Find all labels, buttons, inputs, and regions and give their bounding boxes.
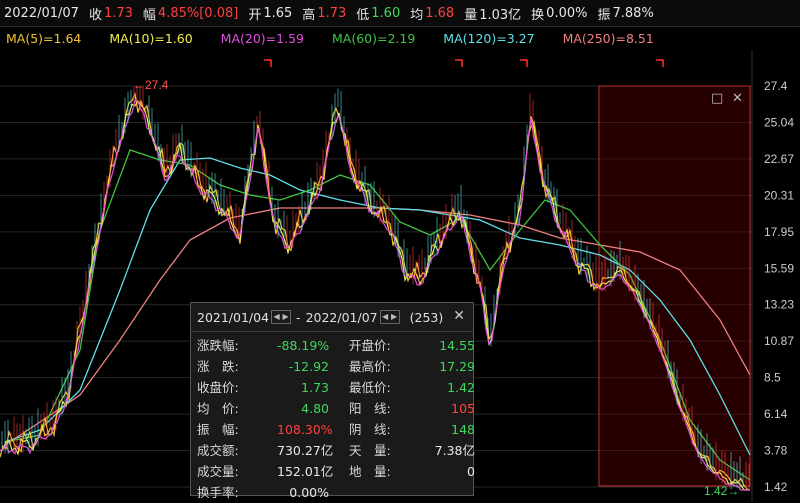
- stat-value: 152.01亿: [277, 464, 334, 479]
- popup-header: 2021/01/04 ◀ ▶ - 2022/01/07 ◀ ▶ (253) ✕: [191, 303, 473, 332]
- stat-label: 收盘价:: [197, 380, 239, 395]
- ma60-label: MA(60)=2.19: [331, 30, 416, 46]
- stat-value: 7.38亿: [434, 443, 475, 458]
- ma20-label: MA(20)=1.59: [220, 30, 304, 46]
- period-markers: [264, 59, 664, 67]
- ma10-label: MA(10)=1.60: [109, 30, 193, 46]
- period-marker: [520, 59, 528, 67]
- stat-label: 地 量:: [349, 464, 391, 479]
- ma250-label: MA(250)=8.51: [562, 30, 654, 46]
- change-value: 4.85%[0.08]: [157, 5, 239, 21]
- ma120-label: MA(120)=3.27: [443, 30, 535, 46]
- stat-value: 0: [467, 464, 475, 479]
- avg-value: 1.68: [425, 5, 455, 21]
- price-tick-label: 25.04: [764, 115, 794, 129]
- range-start-date[interactable]: 2021/01/04: [197, 310, 269, 325]
- stat-label: 均 价:: [197, 401, 239, 416]
- close-value: 1.73: [103, 5, 133, 21]
- stat-value: 17.29: [439, 359, 475, 374]
- amplitude-label: 振: [597, 7, 611, 23]
- stat-value: -12.92: [288, 359, 329, 374]
- low-label: 低: [356, 7, 370, 23]
- stat-label: 最高价:: [349, 359, 391, 374]
- price-axis: 27.4 25.04 22.67 20.31 17.95 15.59 13.23 10.87 8…: [751, 50, 794, 502]
- max-price-label: ←27.4: [133, 78, 169, 92]
- close-icon[interactable]: ✕: [453, 308, 465, 324]
- stat-value: 105: [451, 401, 475, 416]
- stat-label: 开盘价:: [349, 338, 391, 353]
- price-tick-label: 3.78: [764, 444, 788, 458]
- min-price-label: 1.42→: [704, 484, 739, 498]
- stat-value: 148: [451, 422, 475, 437]
- chevron-left-icon[interactable]: ◀: [381, 311, 390, 323]
- ma5-label: MA(5)=1.64: [6, 30, 82, 46]
- low-value: 1.60: [371, 5, 401, 21]
- price-tick-label: 13.23: [764, 298, 794, 312]
- period-marker: [455, 59, 463, 67]
- stat-value: [419, 483, 475, 503]
- restore-icon[interactable]: □: [711, 91, 723, 106]
- period-marker: [264, 59, 272, 67]
- stat-value: 0.00%: [289, 485, 329, 500]
- stat-label: 涨跌幅:: [197, 338, 239, 353]
- stat-label: 换手率:: [197, 485, 239, 500]
- price-tick-label: 15.59: [764, 261, 794, 275]
- selection-rectangle[interactable]: [598, 85, 751, 487]
- price-tick-label: 10.87: [764, 334, 794, 348]
- quote-date: 2022/01/07: [4, 5, 79, 21]
- chevron-right-icon[interactable]: ▶: [281, 311, 290, 323]
- chevron-left-icon[interactable]: ◀: [272, 311, 281, 323]
- price-tick-label: 20.31: [764, 188, 794, 202]
- stat-value: 1.42: [447, 380, 475, 395]
- period-marker: [656, 59, 664, 67]
- high-value: 1.73: [317, 5, 347, 21]
- stat-label: [329, 483, 419, 503]
- selection-close-icon[interactable]: ✕: [732, 91, 743, 106]
- stat-value: 4.80: [301, 401, 329, 416]
- stat-value: 14.55: [439, 338, 475, 353]
- volume-label: 量: [464, 7, 478, 23]
- range-start-stepper[interactable]: ◀ ▶: [271, 310, 292, 324]
- range-end-date[interactable]: 2022/01/07: [306, 310, 378, 325]
- high-label: 高: [302, 7, 316, 23]
- price-tick-label: 22.67: [764, 152, 794, 166]
- stat-value: 1.73: [301, 380, 329, 395]
- volume-value: 1.03亿: [479, 7, 522, 23]
- change-label: 幅: [142, 7, 156, 23]
- stat-label: 阳 线:: [349, 401, 391, 416]
- range-stats-popup[interactable]: 2021/01/04 ◀ ▶ - 2022/01/07 ◀ ▶ (253) ✕ 涨跌…: [190, 302, 475, 500]
- avg-label: 均: [410, 7, 424, 23]
- stat-label: 最低价:: [349, 380, 391, 395]
- chevron-right-icon[interactable]: ▶: [390, 311, 399, 323]
- stat-label: 涨 跌:: [197, 359, 239, 374]
- stat-value: 108.30%: [277, 422, 333, 437]
- range-end-stepper[interactable]: ◀ ▶: [379, 310, 400, 324]
- quote-header: 2022/01/07 收 1.73 幅 4.85%[0.08] 开 1.65 高…: [0, 0, 800, 27]
- stat-label: 成交额:: [197, 443, 239, 458]
- price-tick-label: 6.14: [764, 407, 788, 421]
- bar-count: (253): [409, 309, 444, 325]
- stat-label: 天 量:: [349, 443, 391, 458]
- turnover-label: 换: [531, 7, 545, 23]
- ma-legend: MA(5)=1.64 MA(10)=1.60 MA(20)=1.59 MA(60…: [0, 27, 800, 49]
- amplitude-value: 7.88%: [612, 5, 654, 21]
- close-label: 收: [88, 7, 102, 23]
- price-tick-label: 27.4: [764, 79, 788, 93]
- stat-label: 成交量:: [197, 464, 239, 479]
- price-tick-label: 8.5: [764, 371, 781, 385]
- stat-value: 730.27亿: [277, 443, 334, 458]
- turnover-value: 0.00%: [546, 5, 588, 21]
- stat-label: 振 幅:: [197, 422, 239, 437]
- stat-value: -88.19%: [277, 338, 330, 353]
- price-tick-label: 1.42: [764, 480, 788, 494]
- range-separator: -: [296, 309, 301, 325]
- open-label: 开: [248, 7, 262, 23]
- open-value: 1.65: [263, 5, 293, 21]
- price-tick-label: 17.95: [764, 225, 794, 239]
- popup-stats-grid: 涨跌幅: -88.19% 开盘价: 14.55 涨 跌: -12.92 最高价: 17.29 收…: [191, 332, 475, 503]
- stat-label: 阴 线:: [349, 422, 391, 437]
